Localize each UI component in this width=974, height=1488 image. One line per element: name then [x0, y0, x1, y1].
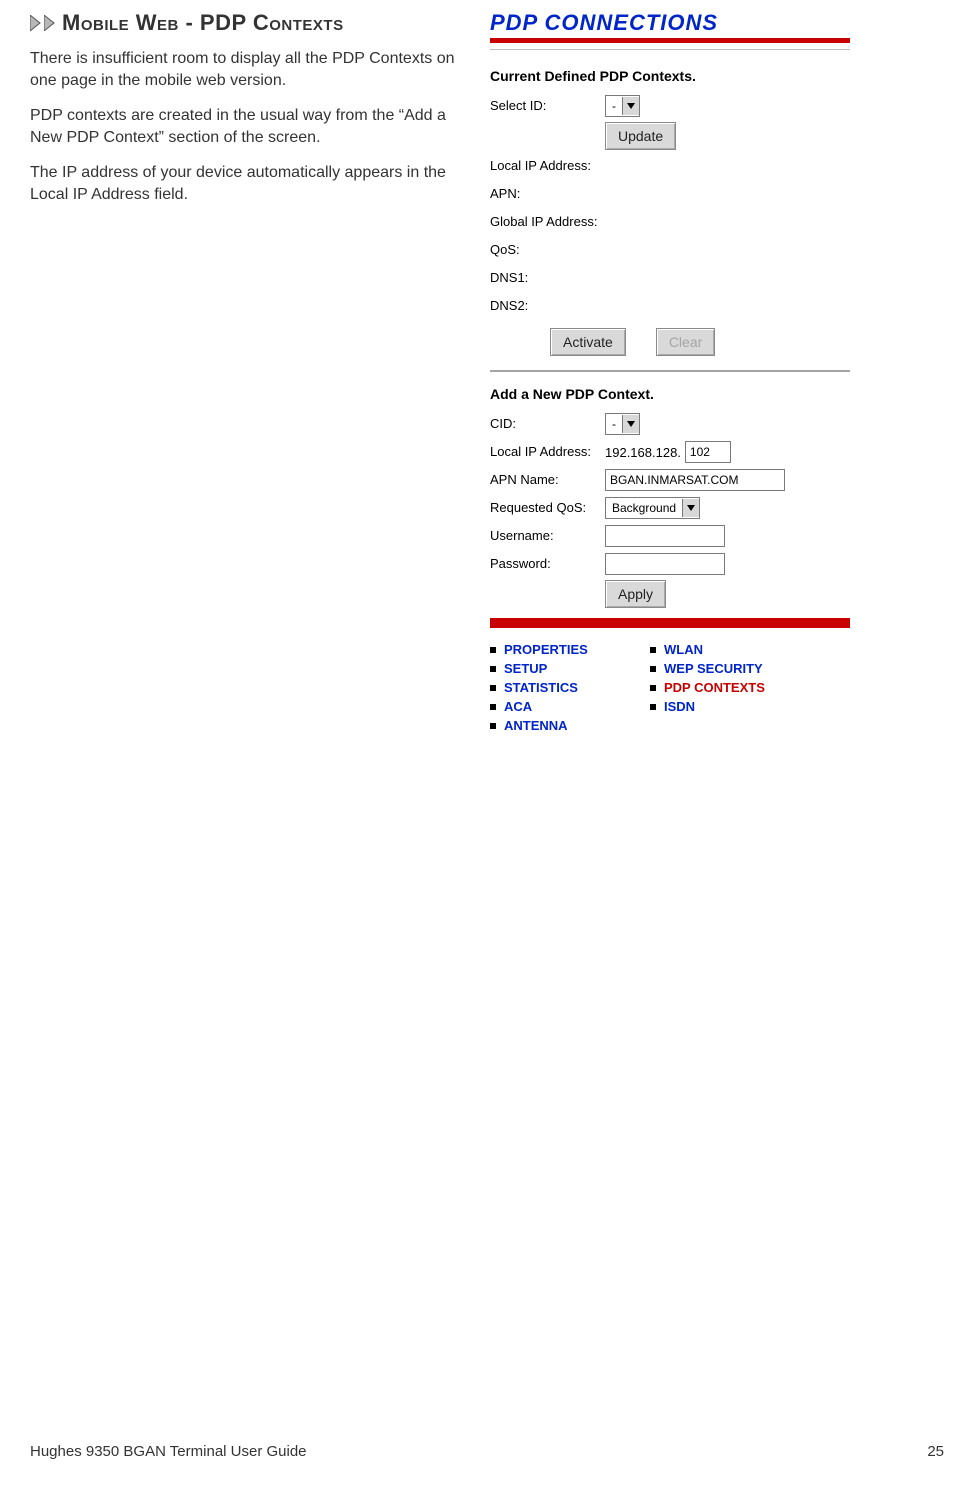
cid-label: CID:: [490, 416, 605, 432]
chevron-down-icon: [682, 499, 699, 517]
local-ip-add-label: Local IP Address:: [490, 444, 605, 460]
heading-text: Mobile Web - PDP Contexts: [62, 10, 344, 36]
username-input[interactable]: [605, 525, 725, 547]
embedded-screenshot: PDP CONNECTIONS Current Defined PDP Cont…: [490, 10, 850, 737]
nav-item-isdn[interactable]: ISDN: [650, 699, 800, 714]
bullet-icon: [650, 685, 656, 691]
cid-value: -: [606, 417, 622, 431]
nav-link-label: PROPERTIES: [504, 642, 588, 657]
chevron-down-icon: [622, 415, 639, 433]
bullet-icon: [490, 704, 496, 710]
nav-link-label: STATISTICS: [504, 680, 578, 695]
nav-item-antenna[interactable]: ANTENNA: [490, 718, 640, 733]
update-button[interactable]: Update: [605, 122, 676, 150]
requested-qos-value: Background: [606, 501, 682, 515]
local-ip-prefix: 192.168.128.: [605, 445, 681, 460]
chevron-down-icon: [622, 97, 639, 115]
title-underline: [490, 38, 850, 43]
nav-link-label: ANTENNA: [504, 718, 568, 733]
local-ip-label: Local IP Address:: [490, 158, 605, 174]
password-input[interactable]: [605, 553, 725, 575]
nav-item-properties[interactable]: PROPERTIES: [490, 642, 640, 657]
nav-item-setup[interactable]: SETUP: [490, 661, 640, 676]
dns2-label: DNS2:: [490, 298, 605, 314]
paragraph: PDP contexts are created in the usual wa…: [30, 105, 460, 148]
nav-link-label: PDP CONTEXTS: [664, 680, 765, 695]
cid-dropdown[interactable]: -: [605, 413, 640, 435]
double-triangle-icon: [30, 15, 58, 31]
nav-item-wlan[interactable]: WLAN: [650, 642, 800, 657]
password-label: Password:: [490, 556, 605, 572]
footer-page-number: 25: [927, 1443, 944, 1460]
title-underline-gray: [490, 49, 850, 50]
paragraph: There is insufficient room to display al…: [30, 48, 460, 91]
bullet-icon: [650, 704, 656, 710]
nav-link-label: SETUP: [504, 661, 547, 676]
select-id-dropdown[interactable]: -: [605, 95, 640, 117]
select-id-value: -: [606, 99, 622, 113]
requested-qos-dropdown[interactable]: Background: [605, 497, 700, 519]
bullet-icon: [490, 685, 496, 691]
apply-button[interactable]: Apply: [605, 580, 666, 608]
activate-button[interactable]: Activate: [550, 328, 626, 356]
section-heading: Mobile Web - PDP Contexts: [30, 10, 460, 36]
nav-item-pdp-contexts[interactable]: PDP CONTEXTS: [650, 680, 800, 695]
section-title-current: Current Defined PDP Contexts.: [490, 68, 850, 84]
nav-link-label: ISDN: [664, 699, 695, 714]
clear-button[interactable]: Clear: [656, 328, 715, 356]
bullet-icon: [650, 666, 656, 672]
local-ip-last-octet-input[interactable]: 102: [685, 441, 731, 463]
nav-link-label: WEP SECURITY: [664, 661, 763, 676]
requested-qos-label: Requested QoS:: [490, 500, 605, 516]
paragraph: The IP address of your device automatica…: [30, 162, 460, 205]
username-label: Username:: [490, 528, 605, 544]
nav-link-label: ACA: [504, 699, 532, 714]
bullet-icon: [490, 647, 496, 653]
bullet-icon: [490, 723, 496, 729]
footer-doc-title: Hughes 9350 BGAN Terminal User Guide: [30, 1443, 307, 1460]
bullet-icon: [650, 647, 656, 653]
dns1-label: DNS1:: [490, 270, 605, 286]
apn-name-input[interactable]: BGAN.INMARSAT.COM: [605, 469, 785, 491]
qos-label: QoS:: [490, 242, 605, 258]
bullet-icon: [490, 666, 496, 672]
nav-links: PROPERTIES SETUP STATISTICS ACA ANTENNA WLAN…: [490, 638, 850, 737]
nav-divider: [490, 618, 850, 628]
apn-name-label: APN Name:: [490, 472, 605, 488]
nav-item-aca[interactable]: ACA: [490, 699, 640, 714]
page-title: PDP CONNECTIONS: [490, 10, 850, 36]
apn-label: APN:: [490, 186, 605, 202]
nav-item-wep-security[interactable]: WEP SECURITY: [650, 661, 800, 676]
nav-link-label: WLAN: [664, 642, 703, 657]
select-id-label: Select ID:: [490, 98, 605, 114]
divider: [490, 370, 850, 372]
section-title-add: Add a New PDP Context.: [490, 386, 850, 402]
nav-item-statistics[interactable]: STATISTICS: [490, 680, 640, 695]
global-ip-label: Global IP Address:: [490, 214, 605, 230]
